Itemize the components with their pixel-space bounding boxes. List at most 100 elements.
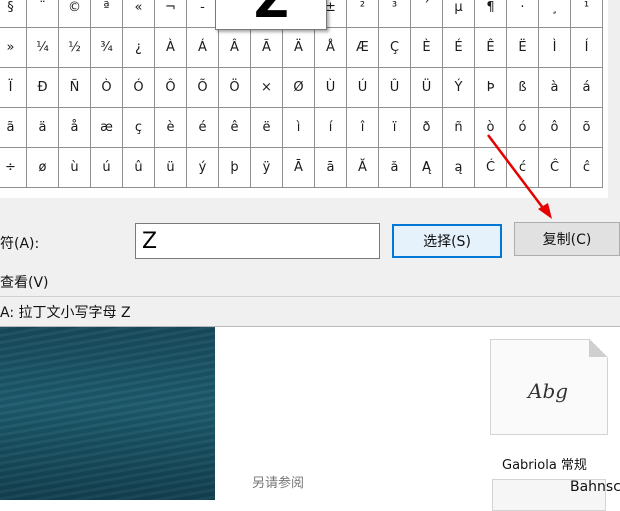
character-cell[interactable]: ă	[379, 148, 411, 188]
character-cell[interactable]: ¹	[571, 0, 603, 28]
character-cell[interactable]: ý	[187, 148, 219, 188]
character-cell[interactable]: þ	[219, 148, 251, 188]
character-cell[interactable]: à	[539, 68, 571, 108]
copy-button[interactable]: 复制(C)	[514, 222, 620, 256]
character-cell[interactable]: ª	[91, 0, 123, 28]
character-cell[interactable]: «	[123, 0, 155, 28]
character-cell[interactable]: Ä	[283, 28, 315, 68]
character-cell[interactable]: ²	[347, 0, 379, 28]
character-cell[interactable]: í	[315, 108, 347, 148]
character-cell[interactable]: Í	[571, 28, 603, 68]
font-file-icon[interactable]: Abg	[490, 339, 608, 435]
character-cell[interactable]: ½	[59, 28, 91, 68]
character-cell[interactable]: Ă	[347, 148, 379, 188]
see-also-link[interactable]: 另请参阅	[252, 472, 304, 491]
character-cell[interactable]: ¿	[123, 28, 155, 68]
character-cell[interactable]: ÷	[0, 148, 27, 188]
character-cell[interactable]: Ð	[27, 68, 59, 108]
character-cell[interactable]: ù	[59, 148, 91, 188]
second-font-name-label: Bahnsc	[570, 479, 620, 495]
character-cell[interactable]: é	[187, 108, 219, 148]
character-cell[interactable]: ì	[283, 108, 315, 148]
character-cell[interactable]: Ô	[155, 68, 187, 108]
advanced-view-checkbox-label[interactable]: 查看(V)	[0, 272, 49, 292]
character-cell[interactable]: ß	[507, 68, 539, 108]
character-cell[interactable]: ĉ	[571, 148, 603, 188]
character-cell[interactable]: Ñ	[59, 68, 91, 108]
character-cell[interactable]: ó	[507, 108, 539, 148]
character-cell[interactable]: Å	[315, 28, 347, 68]
character-cell[interactable]: î	[347, 108, 379, 148]
character-map-window: §¨©ª«¬-®¯°±²³´µ¶·¸¹»¼½¾¿ÀÁÂÃÄÅÆÇÈÉÊËÌÍÏÐ…	[0, 0, 620, 327]
character-cell[interactable]: Õ	[187, 68, 219, 108]
character-cell[interactable]: Ç	[379, 28, 411, 68]
character-cell[interactable]: ¾	[91, 28, 123, 68]
character-cell[interactable]: ¨	[27, 0, 59, 28]
character-cell[interactable]: ò	[475, 108, 507, 148]
character-cell[interactable]: Ö	[219, 68, 251, 108]
character-cell[interactable]: Ò	[91, 68, 123, 108]
character-cell[interactable]: æ	[91, 108, 123, 148]
character-cell[interactable]: ¶	[475, 0, 507, 28]
character-cell[interactable]: Ê	[475, 28, 507, 68]
character-cell[interactable]: Á	[187, 28, 219, 68]
character-cell[interactable]: ä	[27, 108, 59, 148]
character-cell[interactable]: ³	[379, 0, 411, 28]
character-cell[interactable]: ø	[27, 148, 59, 188]
character-cell[interactable]: ·	[507, 0, 539, 28]
character-cell[interactable]: ñ	[443, 108, 475, 148]
character-cell[interactable]: ð	[411, 108, 443, 148]
character-cell[interactable]: ã	[0, 108, 27, 148]
character-cell[interactable]: ×	[251, 68, 283, 108]
character-cell[interactable]: ú	[91, 148, 123, 188]
character-cell[interactable]: À	[155, 28, 187, 68]
character-cell[interactable]: Ý	[443, 68, 475, 108]
character-cell[interactable]: ç	[123, 108, 155, 148]
character-cell[interactable]: Þ	[475, 68, 507, 108]
character-cell[interactable]: Ĉ	[539, 148, 571, 188]
character-cell[interactable]: ¼	[27, 28, 59, 68]
select-button[interactable]: 选择(S)	[392, 224, 502, 258]
character-cell[interactable]: µ	[443, 0, 475, 28]
character-cell[interactable]: ´	[411, 0, 443, 28]
character-cell[interactable]: Ø	[283, 68, 315, 108]
character-cell[interactable]: ¸	[539, 0, 571, 28]
character-cell[interactable]: È	[411, 28, 443, 68]
character-cell[interactable]: û	[123, 148, 155, 188]
character-cell[interactable]: Ú	[347, 68, 379, 108]
character-cell[interactable]: Ë	[507, 28, 539, 68]
grid-scrollbar[interactable]	[608, 0, 620, 198]
character-cell[interactable]: á	[571, 68, 603, 108]
character-cell[interactable]: Ã	[251, 28, 283, 68]
character-cell[interactable]: Ù	[315, 68, 347, 108]
character-cell[interactable]: ¬	[155, 0, 187, 28]
character-cell[interactable]: Ā	[283, 148, 315, 188]
character-cell[interactable]: Â	[219, 28, 251, 68]
character-cell[interactable]: ë	[251, 108, 283, 148]
character-cell[interactable]: Æ	[347, 28, 379, 68]
character-cell[interactable]: »	[0, 28, 27, 68]
character-cell[interactable]: Û	[379, 68, 411, 108]
character-cell[interactable]: õ	[571, 108, 603, 148]
character-cell[interactable]: §	[0, 0, 27, 28]
character-cell[interactable]: è	[155, 108, 187, 148]
character-cell[interactable]: ā	[315, 148, 347, 188]
character-cell[interactable]: Ï	[0, 68, 27, 108]
character-cell[interactable]: É	[443, 28, 475, 68]
character-cell[interactable]: ï	[379, 108, 411, 148]
character-cell[interactable]: Ó	[123, 68, 155, 108]
character-cell[interactable]: ć	[507, 148, 539, 188]
desktop-wallpaper	[0, 327, 215, 500]
characters-to-copy-input[interactable]	[135, 223, 380, 259]
character-cell[interactable]: Ü	[411, 68, 443, 108]
character-cell[interactable]: ô	[539, 108, 571, 148]
character-cell[interactable]: ą	[443, 148, 475, 188]
character-cell[interactable]: ©	[59, 0, 91, 28]
character-cell[interactable]: ÿ	[251, 148, 283, 188]
character-cell[interactable]: å	[59, 108, 91, 148]
character-cell[interactable]: ü	[155, 148, 187, 188]
character-cell[interactable]: Ć	[475, 148, 507, 188]
character-cell[interactable]: ê	[219, 108, 251, 148]
character-cell[interactable]: Ì	[539, 28, 571, 68]
character-cell[interactable]: Ą	[411, 148, 443, 188]
